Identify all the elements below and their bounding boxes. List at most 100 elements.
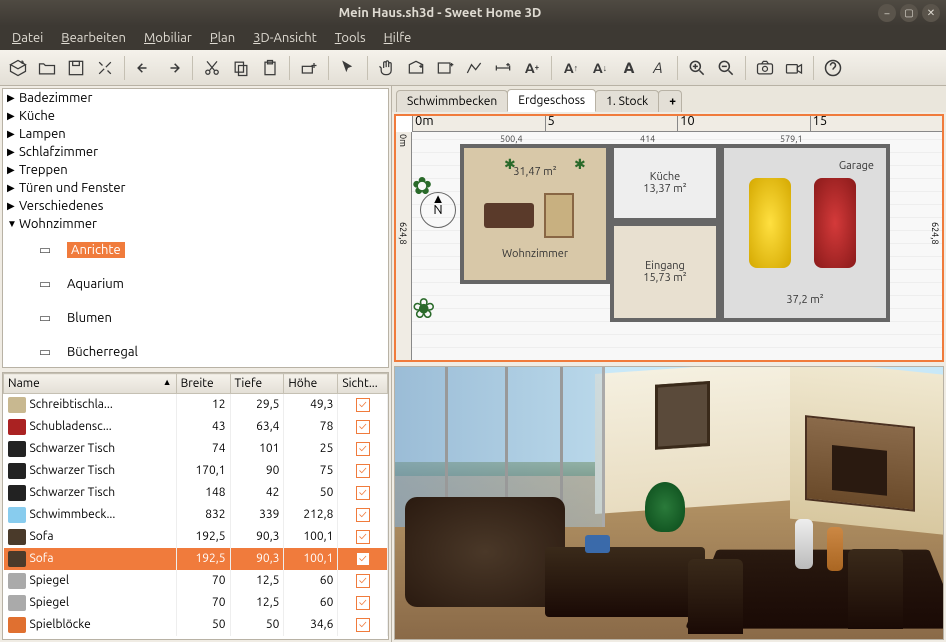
- menu-tools[interactable]: Tools: [327, 29, 374, 47]
- open-button[interactable]: [33, 54, 61, 82]
- increase-text-button[interactable]: A↑: [557, 54, 585, 82]
- bottle-icon: [795, 519, 813, 569]
- bush-icon: ✿: [412, 172, 432, 200]
- visibility-checkbox[interactable]: ✓: [356, 420, 370, 434]
- expand-arrow-icon: ▶: [7, 128, 19, 140]
- catalog-category[interactable]: ▶Treppen: [3, 161, 388, 179]
- furniture-row-icon: [8, 397, 26, 413]
- visibility-checkbox[interactable]: ✓: [356, 552, 370, 566]
- furniture-catalog[interactable]: ▶Badezimmer▶Küche▶Lampen▶Schlafzimmer▶Tr…: [2, 88, 389, 368]
- help-button[interactable]: [819, 54, 847, 82]
- plan-canvas[interactable]: N▲ 500,4 414 579,1 31,47 m² Wohnzimmer ✱…: [412, 132, 942, 360]
- new-button[interactable]: [4, 54, 32, 82]
- preferences-button[interactable]: [91, 54, 119, 82]
- catalog-item[interactable]: ▭Bücherregal: [3, 335, 388, 368]
- catalog-item[interactable]: ▭Anrichte: [3, 233, 388, 267]
- table-row[interactable]: Schwimmbeck...832339212,8✓: [4, 504, 388, 526]
- furniture-thumb-icon: ▭: [31, 339, 59, 365]
- visibility-checkbox[interactable]: ✓: [356, 618, 370, 632]
- cut-button[interactable]: [198, 54, 226, 82]
- visibility-checkbox[interactable]: ✓: [356, 530, 370, 544]
- menu-hilfe[interactable]: Hilfe: [376, 29, 420, 47]
- photo-button[interactable]: [751, 54, 779, 82]
- catalog-category[interactable]: ▶Badezimmer: [3, 89, 388, 107]
- table-row[interactable]: Schubladensc...4363,478✓: [4, 416, 388, 438]
- table-row[interactable]: Sofa192,590,3100,1✓: [4, 526, 388, 548]
- zoom-out-button[interactable]: [712, 54, 740, 82]
- table-row[interactable]: Sofa192,590,3100,1✓: [4, 548, 388, 570]
- plant-icon: ✱: [504, 156, 516, 168]
- bold-button[interactable]: A: [615, 54, 643, 82]
- expand-arrow-icon: ▶: [7, 182, 19, 194]
- menu-mobiliar[interactable]: Mobiliar: [136, 29, 200, 47]
- catalog-category[interactable]: ▶Lampen: [3, 125, 388, 143]
- menu-plan[interactable]: Plan: [202, 29, 243, 47]
- visibility-checkbox[interactable]: ✓: [356, 398, 370, 412]
- close-button[interactable]: ✕: [922, 4, 940, 22]
- armchair-icon: [405, 497, 565, 607]
- bottle-icon: [827, 527, 843, 571]
- create-rooms-tool[interactable]: [431, 54, 459, 82]
- table-row[interactable]: Schwarzer Tisch1484250✓: [4, 482, 388, 504]
- 3d-view[interactable]: [394, 366, 944, 640]
- table-row[interactable]: Spiegel7012,560✓: [4, 570, 388, 592]
- create-walls-tool[interactable]: [402, 54, 430, 82]
- save-button[interactable]: [62, 54, 90, 82]
- furniture-row-icon: [8, 529, 26, 545]
- plan-view[interactable]: 0m51015 0m 624,8 N▲ 500,4 414 579,1 31,4…: [394, 114, 944, 362]
- video-button[interactable]: [780, 54, 808, 82]
- create-dimensions-tool[interactable]: [489, 54, 517, 82]
- catalog-category[interactable]: ▶Verschiedenes: [3, 197, 388, 215]
- tree-icon: ❀: [412, 292, 435, 325]
- catalog-category[interactable]: ▶Küche: [3, 107, 388, 125]
- picture-frame-icon: [655, 381, 710, 450]
- minimize-button[interactable]: –: [878, 4, 896, 22]
- menu-datei[interactable]: Datei: [4, 29, 51, 47]
- maximize-button[interactable]: ▢: [900, 4, 918, 22]
- select-tool[interactable]: [334, 54, 362, 82]
- table-row[interactable]: Schwarzer Tisch7410125✓: [4, 438, 388, 460]
- copy-button[interactable]: [227, 54, 255, 82]
- catalog-category[interactable]: ▶Türen und Fenster: [3, 179, 388, 197]
- expand-arrow-icon: ▶: [7, 164, 19, 176]
- visibility-checkbox[interactable]: ✓: [356, 574, 370, 588]
- catalog-category[interactable]: ▶Schlafzimmer: [3, 143, 388, 161]
- redo-button[interactable]: [159, 54, 187, 82]
- italic-button[interactable]: A: [644, 54, 672, 82]
- catalog-item[interactable]: ▭Aquarium: [3, 267, 388, 301]
- column-header[interactable]: Sicht...: [338, 374, 388, 394]
- table-row[interactable]: Schreibtischla...1229,549,3✓: [4, 394, 388, 416]
- visibility-checkbox[interactable]: ✓: [356, 442, 370, 456]
- column-header[interactable]: Breite: [176, 374, 230, 394]
- table-row[interactable]: Spielblöcke505034,6✓: [4, 614, 388, 636]
- column-header[interactable]: Tiefe: [230, 374, 284, 394]
- menu-3d-ansicht[interactable]: 3D-Ansicht: [245, 29, 325, 47]
- window-title: Mein Haus.sh3d - Sweet Home 3D: [6, 6, 874, 20]
- visibility-checkbox[interactable]: ✓: [356, 596, 370, 610]
- visibility-checkbox[interactable]: ✓: [356, 486, 370, 500]
- add-level-button[interactable]: +: [658, 90, 682, 112]
- column-header[interactable]: Name▲: [4, 374, 177, 394]
- create-polyline-tool[interactable]: [460, 54, 488, 82]
- zoom-in-button[interactable]: [683, 54, 711, 82]
- level-tab[interactable]: Erdgeschoss: [507, 89, 596, 112]
- visibility-checkbox[interactable]: ✓: [356, 464, 370, 478]
- paste-button[interactable]: [256, 54, 284, 82]
- furniture-list[interactable]: Name▲BreiteTiefeHöheSicht...Schreibtisch…: [2, 372, 389, 640]
- catalog-category[interactable]: ▼Wohnzimmer: [3, 215, 388, 233]
- menu-bearbeiten[interactable]: Bearbeiten: [53, 29, 134, 47]
- level-tab[interactable]: 1. Stock: [595, 90, 659, 112]
- create-text-tool[interactable]: A+: [518, 54, 546, 82]
- undo-button[interactable]: [130, 54, 158, 82]
- decrease-text-button[interactable]: A↓: [586, 54, 614, 82]
- column-header[interactable]: Höhe: [284, 374, 338, 394]
- car-icon: [814, 178, 856, 268]
- table-row[interactable]: Spiegel7012,560✓: [4, 592, 388, 614]
- add-furniture-button[interactable]: [295, 54, 323, 82]
- visibility-checkbox[interactable]: ✓: [356, 508, 370, 522]
- wall: [595, 366, 795, 514]
- level-tab[interactable]: Schwimmbecken: [396, 90, 508, 112]
- pan-tool[interactable]: [373, 54, 401, 82]
- catalog-item[interactable]: ▭Blumen: [3, 301, 388, 335]
- table-row[interactable]: Schwarzer Tisch170,19075✓: [4, 460, 388, 482]
